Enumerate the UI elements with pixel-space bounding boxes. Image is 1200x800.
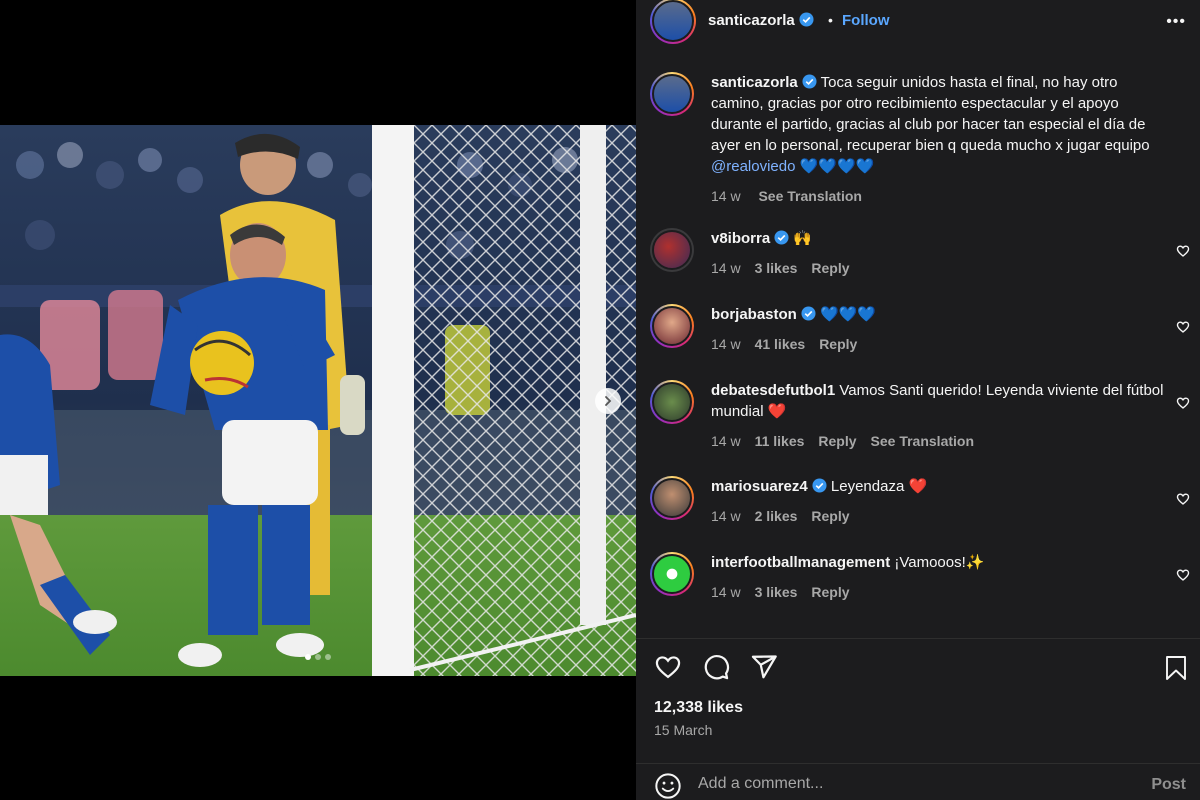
comment-meta: 14 w 2 likes Reply <box>711 506 1171 527</box>
comment-body: v8iborra 🙌 14 w 3 likes Reply <box>711 228 1171 279</box>
header-separator: • <box>828 12 833 28</box>
comment-age: 14 w <box>711 584 741 600</box>
post-actions: 12,338 likes 15 March Post <box>636 638 1200 800</box>
comment-avatar[interactable] <box>650 552 694 596</box>
comment-text: 🙌 <box>793 230 813 247</box>
author-avatar[interactable] <box>650 0 696 44</box>
author-username[interactable]: santicazorla <box>708 12 814 29</box>
see-translation-button[interactable]: See Translation <box>871 433 974 449</box>
verified-badge-icon <box>801 306 816 321</box>
likes-count[interactable]: 12,338 likes <box>654 699 743 717</box>
comment-avatar[interactable] <box>650 476 694 520</box>
more-options-icon[interactable]: ••• <box>1166 13 1186 31</box>
comment-body: debatesdefutbol1 Vamos Santi querido! Le… <box>711 380 1171 452</box>
comment-input[interactable] <box>698 768 1118 800</box>
caption-emoji: 💙💙💙💙 <box>799 158 875 175</box>
comment-avatar[interactable] <box>650 228 694 272</box>
comment-meta: 14 w 41 likes Reply <box>711 334 1171 355</box>
author-username-text[interactable]: santicazorla <box>708 12 795 29</box>
follow-button[interactable]: Follow <box>842 12 890 29</box>
comment-meta: 14 w 3 likes Reply <box>711 582 1171 603</box>
comment-meta: 14 w 3 likes Reply <box>711 258 1171 279</box>
comment-meta: 14 w 11 likes Reply See Translation <box>711 431 1171 452</box>
caption-age: 14 w <box>711 188 741 204</box>
comment-text: 💙💙💙 <box>820 306 877 323</box>
comment-like-heart-icon[interactable] <box>1176 492 1190 511</box>
verified-badge-icon <box>774 230 789 245</box>
comment-text: ¡Vamooos!✨ <box>894 554 985 571</box>
comment-likes[interactable]: 3 likes <box>755 584 798 600</box>
caption-author-avatar[interactable] <box>650 72 694 116</box>
carousel-dot[interactable] <box>305 654 311 660</box>
comment-username[interactable]: mariosuarez4 <box>711 478 808 495</box>
share-icon[interactable] <box>750 653 778 686</box>
comment-body: borjabaston 💙💙💙 14 w 41 likes Reply <box>711 304 1171 355</box>
comment-composer: Post <box>636 763 1200 800</box>
action-icons <box>654 653 778 686</box>
comment-body: interfootballmanagement ¡Vamooos!✨ 14 w 3 … <box>711 552 1171 603</box>
comment-icon[interactable] <box>702 653 730 686</box>
comment-text: Leyendaza ❤️ <box>830 478 928 495</box>
post-photo[interactable] <box>0 125 636 676</box>
carousel-dot[interactable] <box>325 654 331 660</box>
comment-username[interactable]: v8iborra <box>711 230 770 247</box>
carousel-next-button[interactable] <box>595 388 621 414</box>
reply-button[interactable]: Reply <box>811 508 849 524</box>
save-bookmark-icon[interactable] <box>1164 655 1188 686</box>
verified-badge-icon <box>812 478 827 493</box>
comments-list[interactable]: santicazorla Toca seguir unidos hasta el… <box>636 62 1200 636</box>
comment-like-heart-icon[interactable] <box>1176 244 1190 263</box>
comment-likes[interactable]: 41 likes <box>755 336 806 352</box>
comment-body: mariosuarez4 Leyendaza ❤️ 14 w 2 likes Repl… <box>711 476 1171 527</box>
comment-username[interactable]: borjabaston <box>711 306 797 323</box>
chevron-right-icon <box>605 396 612 406</box>
comment-likes[interactable]: 11 likes <box>755 433 805 449</box>
media-pane <box>0 0 636 800</box>
comment-age: 14 w <box>711 260 741 276</box>
reply-button[interactable]: Reply <box>811 260 849 276</box>
post-comment-button[interactable]: Post <box>1151 776 1186 794</box>
comment-age: 14 w <box>711 508 741 524</box>
reply-button[interactable]: Reply <box>818 433 856 449</box>
comment-username[interactable]: debatesdefutbol1 <box>711 382 835 399</box>
see-translation-button[interactable]: See Translation <box>758 188 861 204</box>
comment-like-heart-icon[interactable] <box>1176 320 1190 339</box>
comment-like-heart-icon[interactable] <box>1176 396 1190 415</box>
post-date: 15 March <box>654 722 713 738</box>
reply-button[interactable]: Reply <box>811 584 849 600</box>
caption-mention-link[interactable]: @realoviedo <box>711 158 795 175</box>
comment-avatar[interactable] <box>650 380 694 424</box>
like-icon[interactable] <box>654 653 682 686</box>
comment-age: 14 w <box>711 433 741 449</box>
football-celebration-image <box>0 125 636 676</box>
comment-likes[interactable]: 3 likes <box>755 260 798 276</box>
post-header: santicazorla • Follow ••• <box>636 0 1200 44</box>
post-side-panel: santicazorla • Follow ••• santicazorla T… <box>636 0 1200 800</box>
comment-username[interactable]: interfootballmanagement <box>711 554 890 571</box>
comment-likes[interactable]: 2 likes <box>755 508 798 524</box>
caption-username[interactable]: santicazorla <box>711 74 798 91</box>
emoji-picker-icon[interactable] <box>654 772 682 800</box>
caption-body: santicazorla Toca seguir unidos hasta el… <box>711 72 1171 207</box>
reply-button[interactable]: Reply <box>819 336 857 352</box>
carousel-dots <box>0 654 636 660</box>
verified-badge-icon <box>802 74 817 89</box>
carousel-dot[interactable] <box>315 654 321 660</box>
comment-like-heart-icon[interactable] <box>1176 568 1190 587</box>
verified-badge-icon <box>799 12 814 27</box>
comment-avatar[interactable] <box>650 304 694 348</box>
caption-meta: 14 w See Translation <box>711 186 1171 207</box>
comment-age: 14 w <box>711 336 741 352</box>
